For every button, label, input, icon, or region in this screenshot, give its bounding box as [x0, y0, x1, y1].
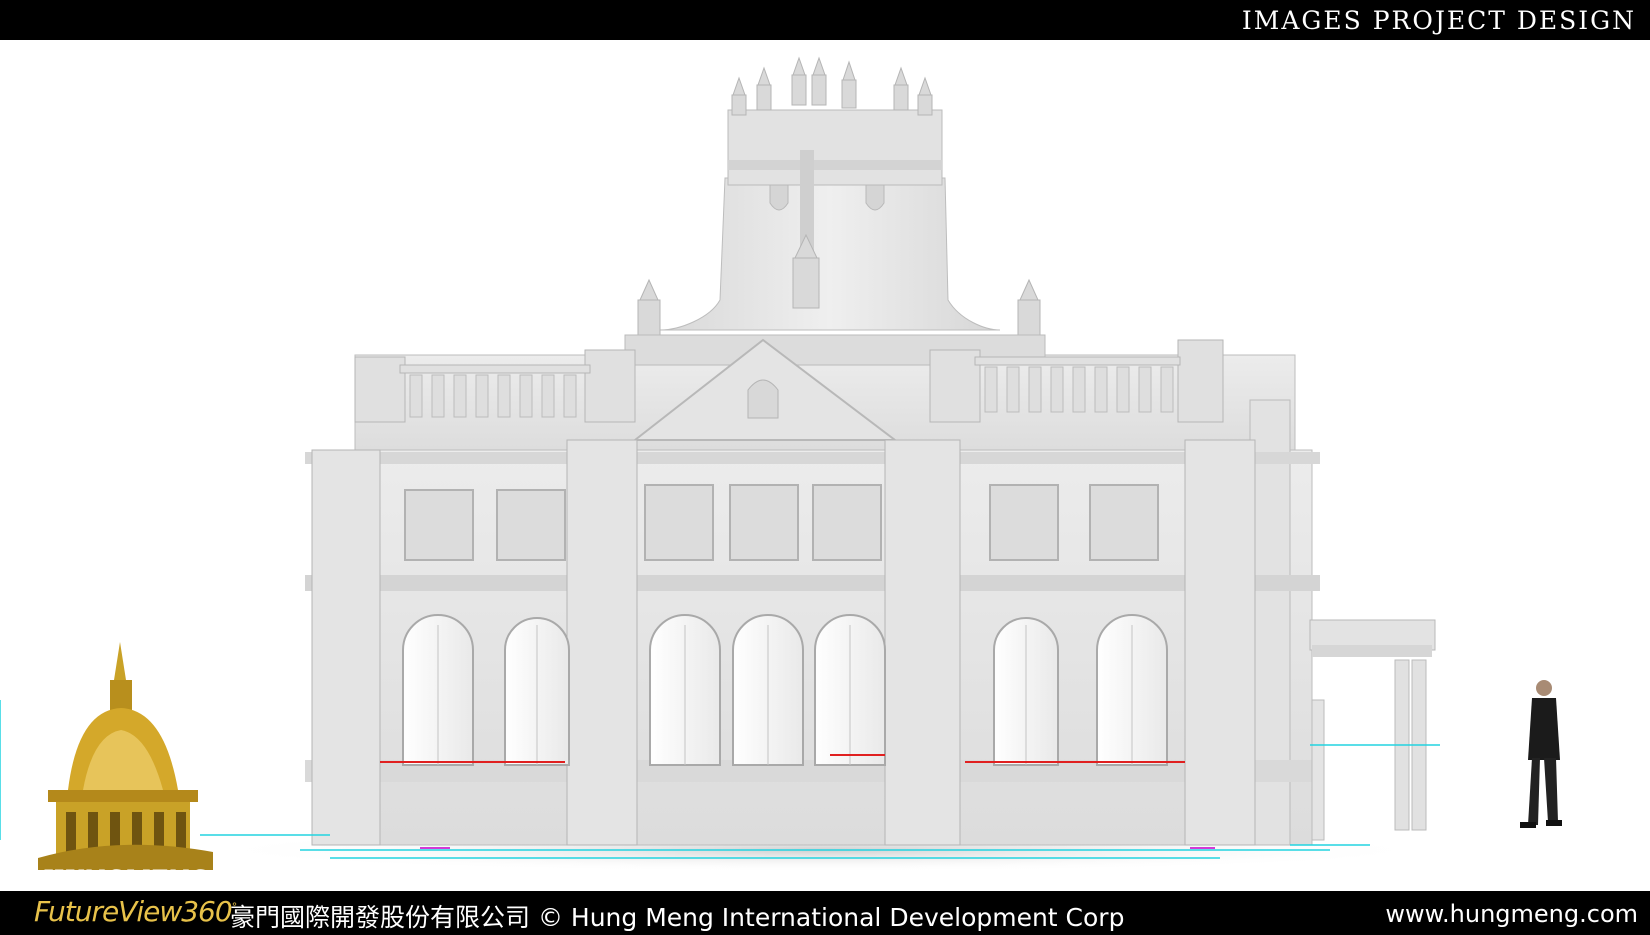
- website-url: www.hungmeng.com: [1385, 900, 1638, 928]
- logo-wordmark: HUNGMENG: [43, 866, 211, 892]
- footer-bar: FutureView360° 豪門國際開發股份有限公司 © Hung Meng …: [0, 891, 1650, 935]
- page-title: IMAGES PROJECT DESIGN: [1241, 6, 1636, 35]
- company-name: 豪門國際開發股份有限公司 © Hung Meng International D…: [230, 903, 1125, 932]
- main-facade: [305, 399, 1320, 846]
- side-porch: [1309, 619, 1436, 841]
- header-bar: IMAGES PROJECT DESIGN: [0, 0, 1650, 40]
- brand-futureview: FutureView360°: [34, 895, 237, 928]
- building-render: [0, 56, 1562, 872]
- upper-storey: [354, 334, 1296, 456]
- dome-logo-icon: [38, 642, 213, 870]
- hungmeng-logo: HUNGMENG: [38, 640, 218, 892]
- central-tower: [637, 56, 1041, 339]
- person-figure: [1520, 680, 1562, 828]
